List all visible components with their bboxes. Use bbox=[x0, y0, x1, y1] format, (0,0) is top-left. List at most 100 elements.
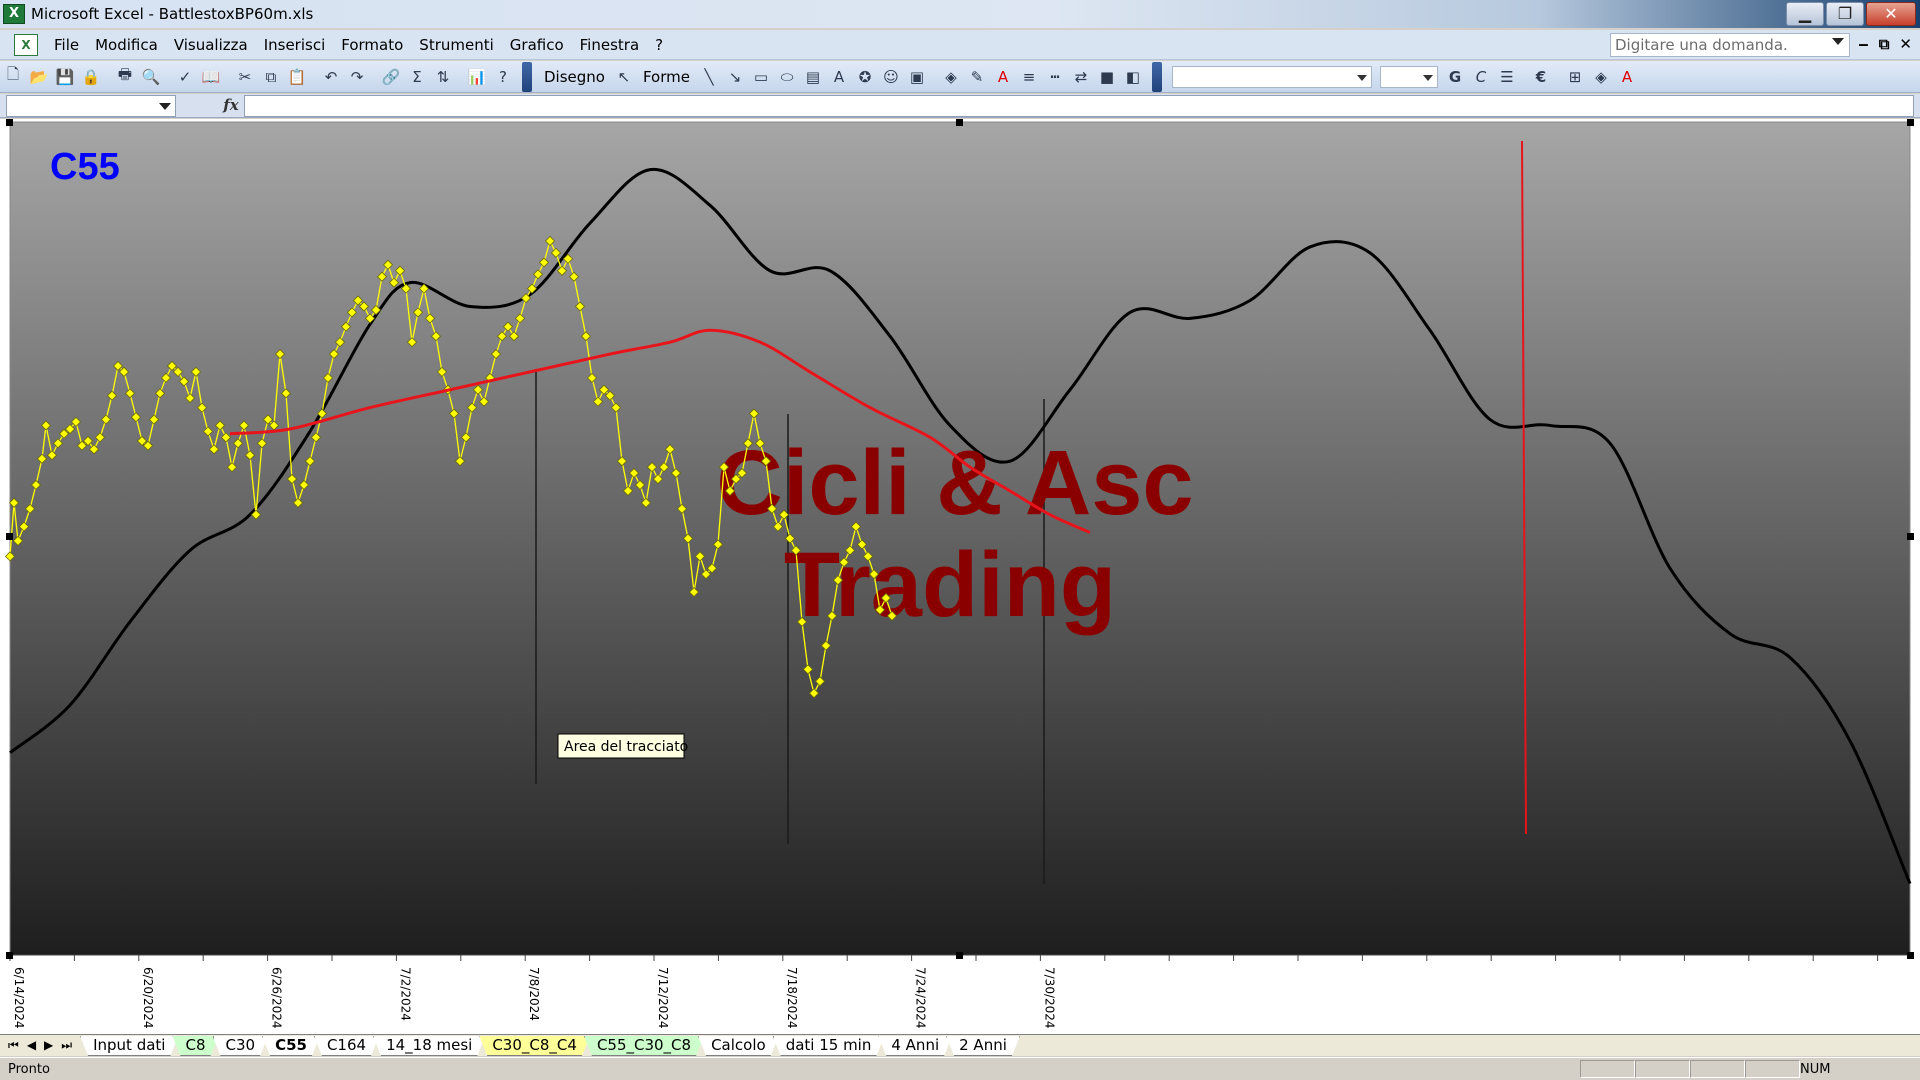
paste-icon[interactable]: 📋 bbox=[286, 66, 308, 88]
copy-icon[interactable]: ⧉ bbox=[260, 66, 282, 88]
next-sheet-icon[interactable]: ▶ bbox=[44, 1038, 53, 1053]
minimize-button[interactable]: ▁ bbox=[1786, 2, 1824, 26]
insert-function-button[interactable]: fx bbox=[220, 96, 242, 116]
toolbar-grip-2[interactable] bbox=[1151, 61, 1162, 92]
title-bar: X Microsoft Excel - BattlestoxBP60m.xls … bbox=[0, 0, 1920, 28]
shadow-icon[interactable]: ■ bbox=[1096, 66, 1118, 88]
sheet-tab[interactable]: dati 15 min bbox=[773, 1036, 885, 1056]
open-folder-icon[interactable]: 📂 bbox=[28, 66, 50, 88]
fill-color-icon[interactable]: ◈ bbox=[940, 66, 962, 88]
diagram-icon[interactable]: ✪ bbox=[854, 66, 876, 88]
3d-icon[interactable]: ◧ bbox=[1122, 66, 1144, 88]
x-tick-label: 6/20/2024 bbox=[141, 967, 155, 1029]
chart[interactable]: 6/14/2024 6/20/2024 6/26/2024 7/2/2024 7/8/2… bbox=[0, 119, 1920, 1034]
menu-finestra[interactable]: Finestra bbox=[572, 36, 648, 54]
formula-input[interactable] bbox=[244, 95, 1914, 117]
selection-handle[interactable] bbox=[1907, 533, 1914, 540]
sheet-tab[interactable]: C55 bbox=[262, 1036, 320, 1056]
menu-visualizza[interactable]: Visualizza bbox=[166, 36, 256, 54]
arrow-icon[interactable]: ↘ bbox=[724, 66, 746, 88]
last-sheet-icon[interactable]: ⏭ bbox=[61, 1038, 72, 1053]
sheet-tab[interactable]: Input dati bbox=[80, 1036, 178, 1056]
toolbar-grip[interactable] bbox=[522, 61, 532, 92]
oval-icon[interactable]: ⬭ bbox=[776, 66, 798, 88]
first-sheet-icon[interactable]: ⏮ bbox=[8, 1038, 19, 1053]
font-name-combo[interactable] bbox=[1171, 65, 1372, 88]
sheet-tab[interactable]: C55_C30_C8 bbox=[584, 1036, 704, 1056]
select-arrow-icon[interactable]: ↖ bbox=[613, 66, 635, 88]
doc-close-button[interactable]: ✕ bbox=[1899, 35, 1912, 53]
selection-handle[interactable] bbox=[1907, 119, 1914, 126]
autosum-icon[interactable]: Σ bbox=[406, 66, 428, 88]
font-size-combo[interactable] bbox=[1379, 65, 1438, 88]
line-style-icon[interactable]: ≡ bbox=[1018, 66, 1040, 88]
arrow-style-icon[interactable]: ⇄ bbox=[1070, 66, 1092, 88]
new-document-icon[interactable]: 🗋 bbox=[2, 65, 24, 88]
help-icon[interactable]: ? bbox=[492, 66, 514, 88]
sheet-tab[interactable]: C8 bbox=[172, 1036, 218, 1056]
currency-button[interactable]: € bbox=[1530, 66, 1552, 88]
italic-button[interactable]: C bbox=[1470, 66, 1492, 88]
drawing-menu[interactable]: Disegno bbox=[540, 68, 609, 86]
wordart-icon[interactable]: A bbox=[828, 66, 850, 88]
bold-button[interactable]: G bbox=[1444, 66, 1466, 88]
prev-sheet-icon[interactable]: ◀ bbox=[27, 1038, 36, 1053]
clipart-icon[interactable]: ☺ bbox=[880, 66, 902, 88]
doc-restore-button[interactable]: ⧉ bbox=[1879, 35, 1890, 53]
print-icon[interactable]: 🖶 bbox=[114, 65, 136, 88]
close-button[interactable]: ✕ bbox=[1866, 2, 1916, 26]
ask-question-input[interactable]: Digitare una domanda. bbox=[1610, 33, 1850, 57]
textbox-icon[interactable]: ▤ bbox=[802, 66, 824, 88]
menu-file[interactable]: File bbox=[46, 36, 87, 54]
sort-icon[interactable]: ⇅ bbox=[432, 66, 454, 88]
line-color-icon[interactable]: ✎ bbox=[966, 66, 988, 88]
menu-grafico[interactable]: Grafico bbox=[502, 36, 572, 54]
selection-handle[interactable] bbox=[1907, 952, 1914, 959]
shapes-menu[interactable]: Forme bbox=[639, 68, 694, 86]
permission-icon[interactable]: 🔒 bbox=[80, 66, 102, 88]
name-box[interactable] bbox=[6, 95, 176, 117]
menu-strumenti[interactable]: Strumenti bbox=[411, 36, 501, 54]
dash-style-icon[interactable]: ┅ bbox=[1044, 66, 1066, 88]
selection-handle[interactable] bbox=[6, 119, 13, 126]
line-icon[interactable]: ╲ bbox=[698, 66, 720, 88]
sheet-tab[interactable]: C30 bbox=[213, 1036, 269, 1056]
excel-icon[interactable]: X bbox=[3, 4, 25, 24]
align-center-icon[interactable]: ☰ bbox=[1496, 66, 1518, 88]
highlight-icon[interactable]: ◈ bbox=[1590, 66, 1612, 88]
font-color-icon-2[interactable]: A bbox=[1616, 66, 1638, 88]
spelling-icon[interactable]: ✓ bbox=[174, 66, 196, 88]
save-icon[interactable]: 💾 bbox=[54, 66, 76, 88]
sheet-tab[interactable]: Calcolo bbox=[698, 1036, 779, 1056]
selection-handle[interactable] bbox=[6, 533, 13, 540]
sheet-tab[interactable]: 14_18 mesi bbox=[373, 1036, 485, 1056]
sheet-tab[interactable]: C30_C8_C4 bbox=[479, 1036, 590, 1056]
sheet-tab[interactable]: 4 Anni bbox=[878, 1036, 952, 1056]
doc-minimize-button[interactable]: ‒ bbox=[1858, 35, 1868, 53]
maximize-button[interactable]: ❐ bbox=[1826, 2, 1864, 26]
sheet-tab[interactable]: C164 bbox=[314, 1036, 379, 1056]
undo-icon[interactable]: ↶ bbox=[320, 66, 342, 88]
menu-inserisci[interactable]: Inserisci bbox=[256, 36, 334, 54]
menu-help[interactable]: ? bbox=[647, 36, 671, 54]
selection-handle[interactable] bbox=[6, 952, 13, 959]
cut-icon[interactable]: ✂ bbox=[234, 66, 256, 88]
menu-modifica[interactable]: Modifica bbox=[87, 36, 166, 54]
borders-icon[interactable]: ⊞ bbox=[1564, 66, 1586, 88]
picture-icon[interactable]: ▣ bbox=[906, 66, 928, 88]
sheet-tab[interactable]: 2 Anni bbox=[946, 1036, 1020, 1056]
chevron-down-icon[interactable] bbox=[1832, 38, 1844, 45]
print-preview-icon[interactable]: 🔍 bbox=[140, 66, 162, 88]
menu-formato[interactable]: Formato bbox=[333, 36, 411, 54]
font-color-icon[interactable]: A bbox=[992, 66, 1014, 88]
redo-icon[interactable]: ↷ bbox=[346, 66, 368, 88]
rectangle-icon[interactable]: ▭ bbox=[750, 66, 772, 88]
selection-handle[interactable] bbox=[956, 119, 963, 126]
workbook-icon[interactable]: X bbox=[14, 33, 38, 56]
chart-wizard-icon[interactable]: 📊 bbox=[466, 66, 488, 88]
selection-handle[interactable] bbox=[956, 952, 963, 959]
research-icon[interactable]: 📖 bbox=[200, 66, 222, 88]
hyperlink-icon[interactable]: 🔗 bbox=[380, 66, 402, 88]
x-tick-label: 7/30/2024 bbox=[1042, 967, 1056, 1029]
chart-sheet[interactable]: 6/14/2024 6/20/2024 6/26/2024 7/2/2024 7/8/2… bbox=[0, 119, 1920, 1034]
